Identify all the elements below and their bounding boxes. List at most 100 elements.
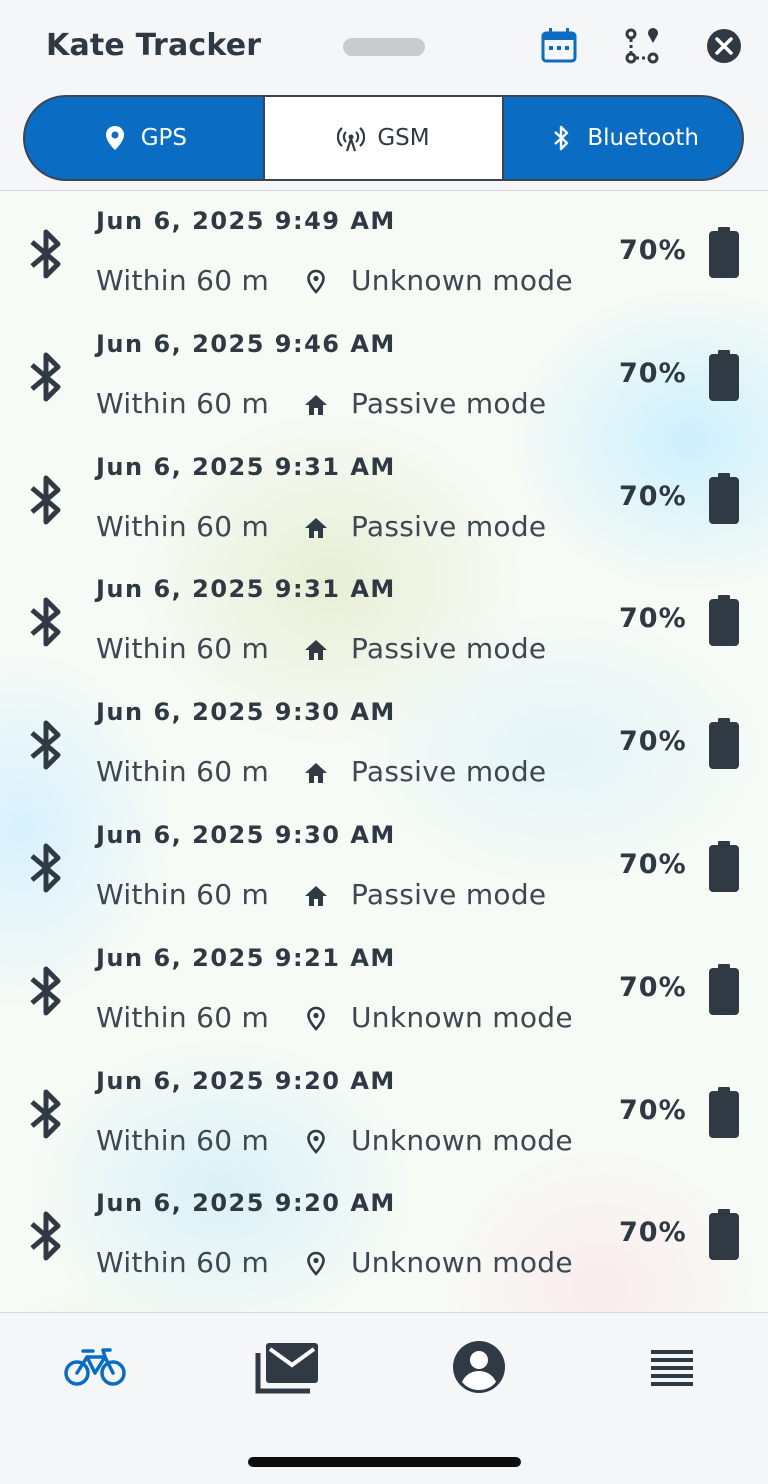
battery-icon [709, 349, 739, 401]
location-history-row[interactable]: Jun 6, 2025 9:46 AM Within 60 m Passive … [0, 314, 768, 437]
home-icon [305, 517, 327, 538]
row-accuracy: Within 60 m [96, 755, 270, 789]
row-accuracy: Within 60 m [96, 264, 270, 297]
app-header: Kate Tracker [0, 0, 768, 92]
bluetooth-icon [30, 352, 61, 402]
source-segmented-control: GPS GSM Bluetooth [23, 95, 744, 181]
row-timestamp: Jun 6, 2025 9:20 AM [96, 1066, 396, 1095]
location-pin-icon [307, 1129, 325, 1154]
tab-ride[interactable] [62, 1339, 128, 1395]
route-icon [625, 28, 659, 64]
row-timestamp: Jun 6, 2025 9:49 AM [96, 207, 396, 235]
battery-icon [709, 227, 739, 278]
row-battery-percent: 70% [619, 1094, 687, 1126]
row-mode: Unknown mode [351, 1246, 573, 1280]
row-timestamp: Jun 6, 2025 9:30 AM [96, 820, 396, 849]
close-button[interactable] [704, 26, 744, 66]
row-accuracy: Within 60 m [96, 509, 270, 543]
location-pin-icon [307, 1006, 325, 1031]
menu-icon [651, 1350, 693, 1386]
bluetooth-icon [30, 597, 61, 647]
battery-icon [709, 472, 739, 524]
bluetooth-icon [30, 1089, 61, 1139]
location-history-list[interactable]: Jun 6, 2025 9:49 AM Within 60 m Unknown … [0, 191, 768, 1296]
row-mode: Passive mode [351, 755, 547, 789]
home-icon [305, 640, 327, 661]
row-mode: Passive mode [351, 509, 547, 543]
row-timestamp: Jun 6, 2025 9:46 AM [96, 329, 396, 358]
row-battery-percent: 70% [619, 480, 687, 512]
home-icon [305, 394, 327, 415]
bluetooth-icon [30, 843, 61, 893]
bluetooth-icon [554, 125, 569, 151]
segment-gsm[interactable]: GSM [262, 97, 505, 179]
bluetooth-icon [30, 720, 61, 770]
row-timestamp: Jun 6, 2025 9:21 AM [96, 943, 396, 972]
row-timestamp: Jun 6, 2025 9:30 AM [96, 698, 396, 727]
location-history-row[interactable]: Jun 6, 2025 9:30 AM Within 60 m Passive … [0, 682, 768, 805]
battery-icon [709, 595, 739, 647]
home-icon [305, 885, 327, 906]
calendar-icon [541, 28, 577, 63]
bicycle-icon [64, 1348, 126, 1386]
tab-menu[interactable] [648, 1339, 696, 1395]
location-history-row[interactable]: Jun 6, 2025 9:30 AM Within 60 m Passive … [0, 805, 768, 928]
segment-bluetooth[interactable]: Bluetooth [504, 97, 742, 179]
location-history-row[interactable]: Jun 6, 2025 9:21 AM Within 60 m Unknown … [0, 928, 768, 1051]
home-indicator[interactable] [248, 1457, 521, 1467]
row-mode: Unknown mode [351, 264, 573, 297]
bluetooth-icon [30, 966, 61, 1016]
tab-messages[interactable] [253, 1339, 321, 1395]
row-mode: Passive mode [351, 632, 547, 666]
row-mode: Unknown mode [351, 1000, 573, 1034]
bluetooth-icon [30, 1211, 61, 1261]
app-title: Kate Tracker [46, 28, 262, 63]
location-history-row[interactable]: Jun 6, 2025 9:31 AM Within 60 m Passive … [0, 559, 768, 682]
calendar-button[interactable] [539, 26, 579, 66]
segment-gsm-label: GSM [377, 125, 430, 151]
home-icon [305, 763, 327, 784]
close-icon [707, 29, 741, 63]
location-history-row[interactable]: Jun 6, 2025 9:20 AM Within 60 m Unknown … [0, 1173, 768, 1296]
route-button[interactable] [622, 26, 662, 66]
row-accuracy: Within 60 m [96, 877, 270, 911]
location-pin-icon [307, 269, 325, 294]
row-battery-percent: 70% [619, 1217, 687, 1249]
segment-bluetooth-label: Bluetooth [587, 125, 699, 151]
row-battery-percent: 70% [619, 848, 687, 880]
row-accuracy: Within 60 m [96, 1123, 270, 1157]
row-mode: Passive mode [351, 386, 547, 420]
cell-tower-icon [337, 127, 366, 152]
row-battery-percent: 70% [619, 603, 687, 635]
row-timestamp: Jun 6, 2025 9:31 AM [96, 452, 396, 481]
row-mode: Passive mode [351, 877, 547, 911]
row-accuracy: Within 60 m [96, 1246, 270, 1280]
battery-icon [709, 1086, 739, 1138]
row-accuracy: Within 60 m [96, 1000, 270, 1034]
row-accuracy: Within 60 m [96, 386, 270, 420]
segment-gps-label: GPS [140, 125, 187, 151]
row-mode: Unknown mode [351, 1123, 573, 1157]
row-battery-percent: 70% [619, 971, 687, 1003]
location-pin-icon [307, 1252, 325, 1277]
source-filter-bar: GPS GSM Bluetooth [0, 92, 768, 191]
segment-gps[interactable]: GPS [25, 97, 263, 179]
location-history-row[interactable]: Jun 6, 2025 9:49 AM Within 60 m Unknown … [0, 191, 768, 314]
row-battery-percent: 70% [619, 726, 687, 758]
location-history-row[interactable]: Jun 6, 2025 9:20 AM Within 60 m Unknown … [0, 1051, 768, 1174]
row-battery-percent: 70% [619, 357, 687, 389]
mail-icon [255, 1343, 318, 1394]
row-battery-percent: 70% [619, 235, 687, 266]
battery-icon [709, 840, 739, 892]
account-icon [453, 1341, 505, 1393]
bluetooth-icon [30, 475, 61, 525]
tab-account[interactable] [451, 1339, 507, 1395]
battery-icon [709, 963, 739, 1015]
row-timestamp: Jun 6, 2025 9:20 AM [96, 1189, 396, 1218]
location-pin-icon [105, 126, 124, 150]
battery-icon [709, 718, 739, 770]
row-accuracy: Within 60 m [96, 632, 270, 666]
sheet-grabber-handle[interactable] [343, 38, 425, 56]
battery-icon [709, 1209, 739, 1261]
location-history-row[interactable]: Jun 6, 2025 9:31 AM Within 60 m Passive … [0, 437, 768, 560]
